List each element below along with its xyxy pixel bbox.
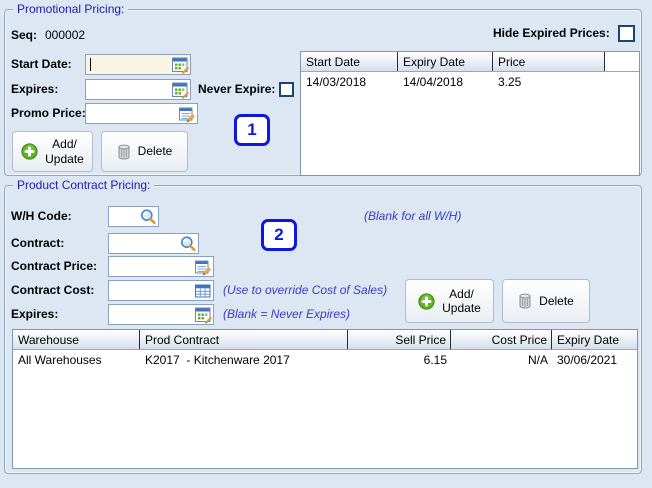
- contract-cost-label: Contract Cost:: [11, 283, 95, 297]
- column-header-expiry-date[interactable]: Expiry Date: [552, 330, 637, 349]
- wh-code-input[interactable]: [112, 208, 139, 225]
- promo-add-update-button[interactable]: Add/ Update: [12, 131, 93, 172]
- promo-table-row[interactable]: 14/03/2018 14/04/2018 3.25: [301, 75, 639, 90]
- promotional-pricing-group: Promotional Pricing: Seq: 000002 Start D…: [4, 2, 642, 176]
- column-header-sell-price[interactable]: Sell Price: [348, 330, 451, 349]
- never-expire-label: Never Expire:: [198, 82, 276, 96]
- promo-delete-button[interactable]: Delete: [101, 131, 188, 172]
- contract-expires-input[interactable]: [112, 306, 191, 323]
- promotional-pricing-title: Promotional Pricing:: [13, 2, 129, 16]
- edit-pencil-icon[interactable]: [178, 105, 196, 123]
- cell-expiry-date: 30/06/2021: [557, 353, 618, 367]
- trash-icon: [118, 144, 130, 159]
- promo-price-input[interactable]: [89, 105, 175, 122]
- wh-code-field[interactable]: [108, 206, 159, 227]
- start-date-field[interactable]: [85, 54, 191, 75]
- add-update-label-line2: Update: [45, 151, 84, 166]
- column-header-start-date[interactable]: Start Date: [301, 52, 398, 71]
- delete-label: Delete: [539, 293, 574, 308]
- column-header-price[interactable]: Price: [493, 52, 605, 71]
- contract-price-label: Contract Price:: [11, 259, 98, 273]
- add-update-label-line2: Update: [442, 301, 481, 315]
- plus-circle-icon: [418, 292, 435, 310]
- calculator-icon[interactable]: [194, 282, 212, 300]
- contract-delete-button[interactable]: Delete: [502, 279, 590, 323]
- expires-hint: (Blank = Never Expires): [223, 307, 351, 321]
- expires-label: Expires:: [11, 82, 59, 96]
- cell-start-date: 14/03/2018: [306, 75, 367, 89]
- cell-cost-price: N/A: [527, 353, 548, 367]
- column-header-expiry-date[interactable]: Expiry Date: [398, 52, 493, 71]
- wh-code-label: W/H Code:: [11, 209, 72, 223]
- start-date-label: Start Date:: [11, 57, 72, 71]
- contract-price-input[interactable]: [112, 258, 191, 275]
- seq-label: Seq:: [11, 28, 38, 42]
- contract-cost-input[interactable]: [112, 282, 191, 299]
- expires-field[interactable]: [85, 79, 191, 100]
- cell-sell-price: 6.15: [423, 353, 447, 367]
- cell-expiry-date: 14/04/2018: [403, 75, 464, 89]
- hide-expired-prices-label: Hide Expired Prices:: [493, 26, 610, 40]
- column-header-filler: [605, 52, 639, 71]
- start-date-input[interactable]: [89, 56, 168, 73]
- product-contract-pricing-group: Product Contract Pricing: W/H Code: (Bla…: [4, 178, 642, 474]
- cell-price: 3.25: [498, 75, 522, 89]
- column-header-prod-contract[interactable]: Prod Contract: [140, 330, 348, 349]
- cell-warehouse: All Warehouses: [18, 353, 102, 367]
- trash-icon: [519, 293, 531, 309]
- never-expire-checkbox[interactable]: [279, 82, 294, 97]
- search-icon[interactable]: [139, 208, 157, 226]
- add-update-label-line1: Add/: [52, 137, 77, 152]
- contract-price-field[interactable]: [108, 256, 214, 277]
- edit-pencil-icon[interactable]: [194, 258, 212, 276]
- promo-price-label: Promo Price:: [11, 106, 86, 120]
- delete-label: Delete: [137, 144, 173, 159]
- column-header-cost-price[interactable]: Cost Price: [451, 330, 552, 349]
- promo-price-field[interactable]: [85, 103, 198, 124]
- search-icon[interactable]: [179, 235, 197, 253]
- contract-cost-field[interactable]: [108, 280, 214, 301]
- product-contract-pricing-title: Product Contract Pricing:: [13, 178, 155, 192]
- contract-expires-field[interactable]: [108, 304, 214, 325]
- calendar-icon[interactable]: [171, 81, 189, 99]
- contract-pricing-table: Warehouse Prod Contract Sell Price Cost …: [12, 329, 638, 469]
- expires-input[interactable]: [89, 81, 168, 98]
- contract-table-row[interactable]: All Warehouses K2017 - Kitchenware 2017 …: [13, 353, 637, 368]
- column-header-warehouse[interactable]: Warehouse: [13, 330, 140, 349]
- contract-input[interactable]: [112, 235, 176, 252]
- contract-expires-label: Expires:: [11, 307, 59, 321]
- calendar-icon[interactable]: [194, 306, 212, 324]
- step-badge-2: 2: [261, 219, 297, 251]
- cost-hint: (Use to override Cost of Sales): [223, 283, 388, 297]
- cell-prod-contract: K2017 - Kitchenware 2017: [145, 353, 290, 367]
- plus-circle-icon: [21, 143, 38, 160]
- wh-hint: (Blank for all W/H): [364, 209, 462, 223]
- add-update-label-line1: Add/: [449, 286, 474, 301]
- hide-expired-prices-checkbox[interactable]: [618, 25, 635, 42]
- step-badge-1: 1: [234, 114, 270, 146]
- contract-label: Contract:: [11, 236, 65, 250]
- promo-table-header: Start Date Expiry Date Price: [301, 52, 639, 72]
- calendar-icon[interactable]: [171, 56, 189, 74]
- contract-field[interactable]: [108, 233, 199, 254]
- contract-table-header: Warehouse Prod Contract Sell Price Cost …: [13, 330, 637, 350]
- seq-value: 000002: [45, 28, 86, 42]
- promo-prices-table: Start Date Expiry Date Price 14/03/2018 …: [300, 51, 640, 176]
- contract-add-update-button[interactable]: Add/ Update: [405, 279, 494, 323]
